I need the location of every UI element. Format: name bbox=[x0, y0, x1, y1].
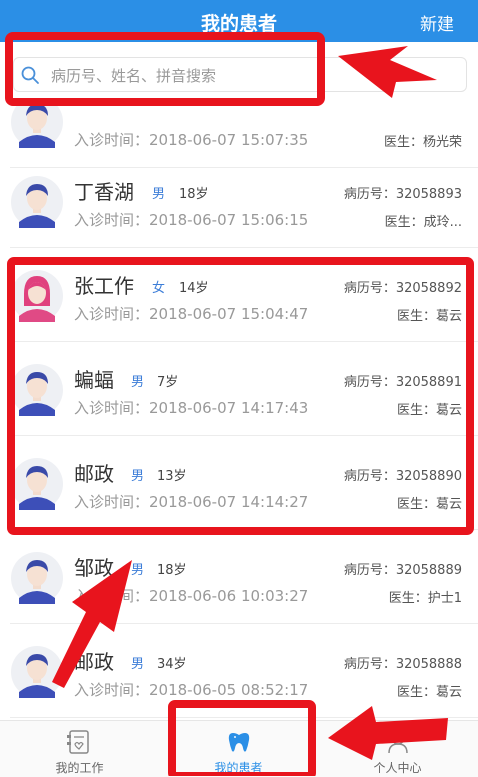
visit-time: 入诊时间：2018-06-07 15:04:47 bbox=[74, 305, 309, 323]
patient-gender: 男 bbox=[152, 187, 166, 202]
visit-time: 入诊时间：2018-06-05 08:52:17 bbox=[74, 681, 309, 699]
patient-list: 入诊时间：2018-06-07 15:07:35 医生：杨光荣 丁香湖 男 18… bbox=[0, 104, 478, 720]
male-avatar-icon bbox=[11, 104, 63, 148]
visit-time: 入诊时间：2018-06-07 14:17:43 bbox=[74, 399, 309, 417]
tab-label: 个人中心 bbox=[373, 761, 422, 775]
patient-gender: 男 bbox=[131, 375, 145, 390]
male-avatar-icon bbox=[11, 552, 63, 604]
record-number: 病历号：32058891 bbox=[343, 375, 462, 390]
row-divider bbox=[10, 717, 478, 718]
patient-age: 18岁 bbox=[157, 563, 187, 578]
visit-time: 入诊时间：2018-06-07 14:14:27 bbox=[74, 493, 309, 511]
work-icon bbox=[67, 730, 89, 754]
list-item[interactable]: 邮政 男 34岁 入诊时间：2018-06-05 08:52:17 病历号：32… bbox=[0, 624, 478, 718]
search-icon bbox=[20, 65, 40, 89]
record-number: 病历号：32058892 bbox=[343, 281, 462, 296]
tab-personal-center[interactable]: 个人中心 bbox=[318, 721, 477, 777]
record-number: 病历号：32058889 bbox=[343, 563, 462, 578]
doctor-name: 医生：葛云 bbox=[396, 309, 462, 324]
list-item[interactable]: 蝙蝠 男 7岁 入诊时间：2018-06-07 14:17:43 病历号：320… bbox=[0, 342, 478, 436]
visit-time: 入诊时间：2018-06-07 15:07:35 bbox=[74, 131, 309, 149]
patient-name: 邹政 bbox=[74, 556, 114, 580]
record-number: 病历号：32058890 bbox=[343, 469, 462, 484]
patient-age: 18岁 bbox=[179, 187, 209, 202]
patient-gender: 女 bbox=[152, 281, 166, 296]
doctor-name: 医生：葛云 bbox=[396, 685, 462, 700]
male-avatar-icon bbox=[11, 646, 63, 698]
patient-name: 张工作 bbox=[74, 274, 134, 298]
patient-name: 丁香湖 bbox=[74, 180, 134, 204]
patient-name: 邮政 bbox=[74, 462, 114, 486]
search-bar: 病历号、姓名、拼音搜索 bbox=[0, 42, 478, 104]
male-avatar-icon bbox=[11, 176, 63, 228]
search-input[interactable]: 病历号、姓名、拼音搜索 bbox=[13, 57, 467, 92]
patient-gender: 男 bbox=[131, 469, 145, 484]
tab-label: 我的工作 bbox=[55, 761, 104, 775]
bottom-tab-bar: 我的工作 我的患者 个人中心 bbox=[0, 720, 478, 777]
male-avatar-icon bbox=[11, 364, 63, 416]
doctor-name: 医生：成玲... bbox=[384, 215, 462, 230]
list-item[interactable]: 邹政 男 18岁 入诊时间：2018-06-06 10:03:27 病历号：32… bbox=[0, 530, 478, 624]
tab-my-patients[interactable]: 我的患者 bbox=[159, 721, 318, 777]
page-title: 我的患者 bbox=[200, 13, 277, 35]
visit-time: 入诊时间：2018-06-07 15:06:15 bbox=[74, 211, 309, 229]
patient-age: 7岁 bbox=[157, 375, 179, 390]
patient-gender: 男 bbox=[131, 563, 145, 578]
search-placeholder: 病历号、姓名、拼音搜索 bbox=[51, 67, 217, 85]
profile-icon bbox=[388, 731, 408, 754]
visit-time: 入诊时间：2018-06-06 10:03:27 bbox=[74, 587, 309, 605]
patient-age: 34岁 bbox=[157, 657, 187, 672]
record-number: 病历号：32058888 bbox=[343, 657, 462, 672]
patient-age: 14岁 bbox=[179, 281, 209, 296]
doctor-name: 医生：杨光荣 bbox=[383, 135, 462, 150]
record-number: 病历号：32058893 bbox=[343, 187, 462, 202]
app-header: 我的患者 新建 bbox=[0, 0, 478, 42]
list-item[interactable]: 张工作 女 14岁 入诊时间：2018-06-07 15:04:47 病历号：3… bbox=[0, 248, 478, 342]
list-item[interactable]: 丁香湖 男 18岁 入诊时间：2018-06-07 15:06:15 病历号：3… bbox=[0, 154, 478, 248]
patient-age: 13岁 bbox=[157, 469, 187, 484]
tab-label: 我的患者 bbox=[214, 761, 263, 775]
patient-name: 邮政 bbox=[74, 650, 114, 674]
male-avatar-icon bbox=[11, 458, 63, 510]
doctor-name: 医生：葛云 bbox=[396, 403, 462, 418]
new-button[interactable]: 新建 bbox=[420, 10, 454, 35]
patient-name: 蝙蝠 bbox=[74, 368, 114, 392]
patient-gender: 男 bbox=[131, 657, 145, 672]
doctor-name: 医生：护士1 bbox=[388, 591, 462, 606]
list-item[interactable]: 邮政 男 13岁 入诊时间：2018-06-07 14:14:27 病历号：32… bbox=[0, 436, 478, 530]
doctor-name: 医生：葛云 bbox=[396, 497, 462, 512]
female-avatar-icon bbox=[11, 270, 63, 322]
patient-icon bbox=[228, 733, 250, 752]
tab-my-work[interactable]: 我的工作 bbox=[0, 721, 159, 777]
